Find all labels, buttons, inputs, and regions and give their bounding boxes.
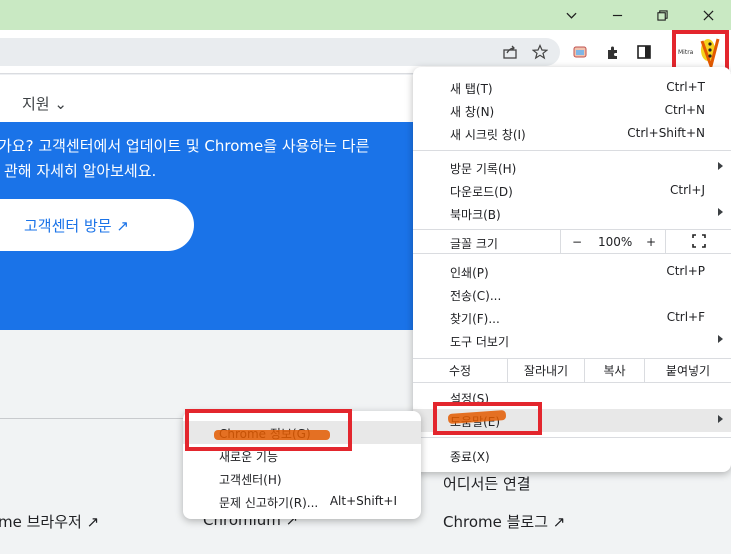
menu-item-new-tab[interactable]: 새 탭(T) Ctrl+T [413, 76, 731, 99]
zoom-out-button[interactable]: − [572, 235, 582, 249]
chevron-right-icon [718, 415, 723, 423]
minimize-icon [612, 14, 622, 16]
help-center-visit-button[interactable]: 고객센터 방문 ↗ [0, 199, 194, 251]
extensions-icon[interactable] [601, 39, 625, 65]
menu-item-new-incognito[interactable]: 새 시크릿 창(I) Ctrl+Shift+N [413, 122, 731, 145]
edit-row: 수정 잘라내기 복사 붙여넣기 [413, 358, 731, 383]
menu-item-exit[interactable]: 종료(X) [413, 444, 731, 467]
submenu-item-report-issue[interactable]: 문제 신고하기(R)... Alt+Shift+I [183, 490, 421, 513]
menu-item-print[interactable]: 인쇄(P) Ctrl+P [413, 260, 731, 283]
nav-support-link[interactable]: 지원 ⌄ [22, 93, 67, 114]
chevron-right-icon [718, 208, 723, 216]
restore-icon [656, 9, 668, 21]
hero-text-line1: 가요? 고객센터에서 업데이트 및 Chrome을 사용하는 다른 [0, 137, 370, 155]
zoom-in-button[interactable]: + [646, 235, 656, 249]
menu-separator [413, 437, 731, 438]
paste-button[interactable]: 붙여넣기 [644, 359, 731, 382]
menu-item-find[interactable]: 찾기(F)... Ctrl+F [413, 306, 731, 329]
minimize-window-button[interactable] [594, 0, 640, 30]
footer-heading-connect: 어디서든 연결 [443, 475, 531, 493]
footer-link-chrome-browser[interactable]: me 브라우저 ↗ [0, 511, 99, 532]
address-bar[interactable] [0, 38, 560, 66]
menu-separator [413, 150, 731, 151]
highlight-box-help [433, 402, 542, 435]
edit-label: 수정 [448, 364, 472, 378]
chevron-right-icon [718, 162, 723, 170]
highlight-box-menu-button [672, 30, 729, 72]
menu-item-new-window[interactable]: 새 창(N) Ctrl+N [413, 99, 731, 122]
media-icon[interactable] [568, 39, 592, 65]
menu-item-history[interactable]: 방문 기록(H) [413, 156, 731, 179]
side-panel-icon[interactable] [632, 39, 656, 65]
close-button[interactable] [685, 0, 731, 30]
fullscreen-icon[interactable] [692, 234, 706, 251]
menu-item-cast[interactable]: 전송(C)... [413, 283, 731, 306]
menu-item-bookmarks[interactable]: 북마크(B) [413, 202, 731, 225]
chevron-right-icon [718, 335, 723, 343]
menu-item-downloads[interactable]: 다운로드(D) Ctrl+J [413, 179, 731, 202]
bookmark-star-icon[interactable] [528, 39, 552, 65]
cut-button[interactable]: 잘라내기 [507, 359, 584, 382]
menu-item-more-tools[interactable]: 도구 더보기 [413, 329, 731, 352]
submenu-item-help-center[interactable]: 고객센터(H) [183, 467, 421, 490]
minimize-button[interactable] [548, 0, 594, 30]
hero-text-line2: 관해 자세히 알아보세요. [4, 162, 157, 180]
footer-link-chrome-blog[interactable]: Chrome 블로그 ↗ [443, 511, 565, 532]
restore-button[interactable] [639, 0, 685, 30]
chevron-down-icon [565, 12, 577, 19]
zoom-row: 글꼴 크기 − 100% + [413, 229, 731, 254]
close-icon [702, 9, 714, 21]
zoom-level: 100% [598, 235, 633, 249]
highlight-box-about-chrome [185, 409, 352, 451]
title-bar [0, 0, 731, 30]
zoom-label: 글꼴 크기 [450, 237, 498, 251]
share-icon[interactable] [498, 39, 522, 65]
copy-button[interactable]: 복사 [584, 359, 644, 382]
